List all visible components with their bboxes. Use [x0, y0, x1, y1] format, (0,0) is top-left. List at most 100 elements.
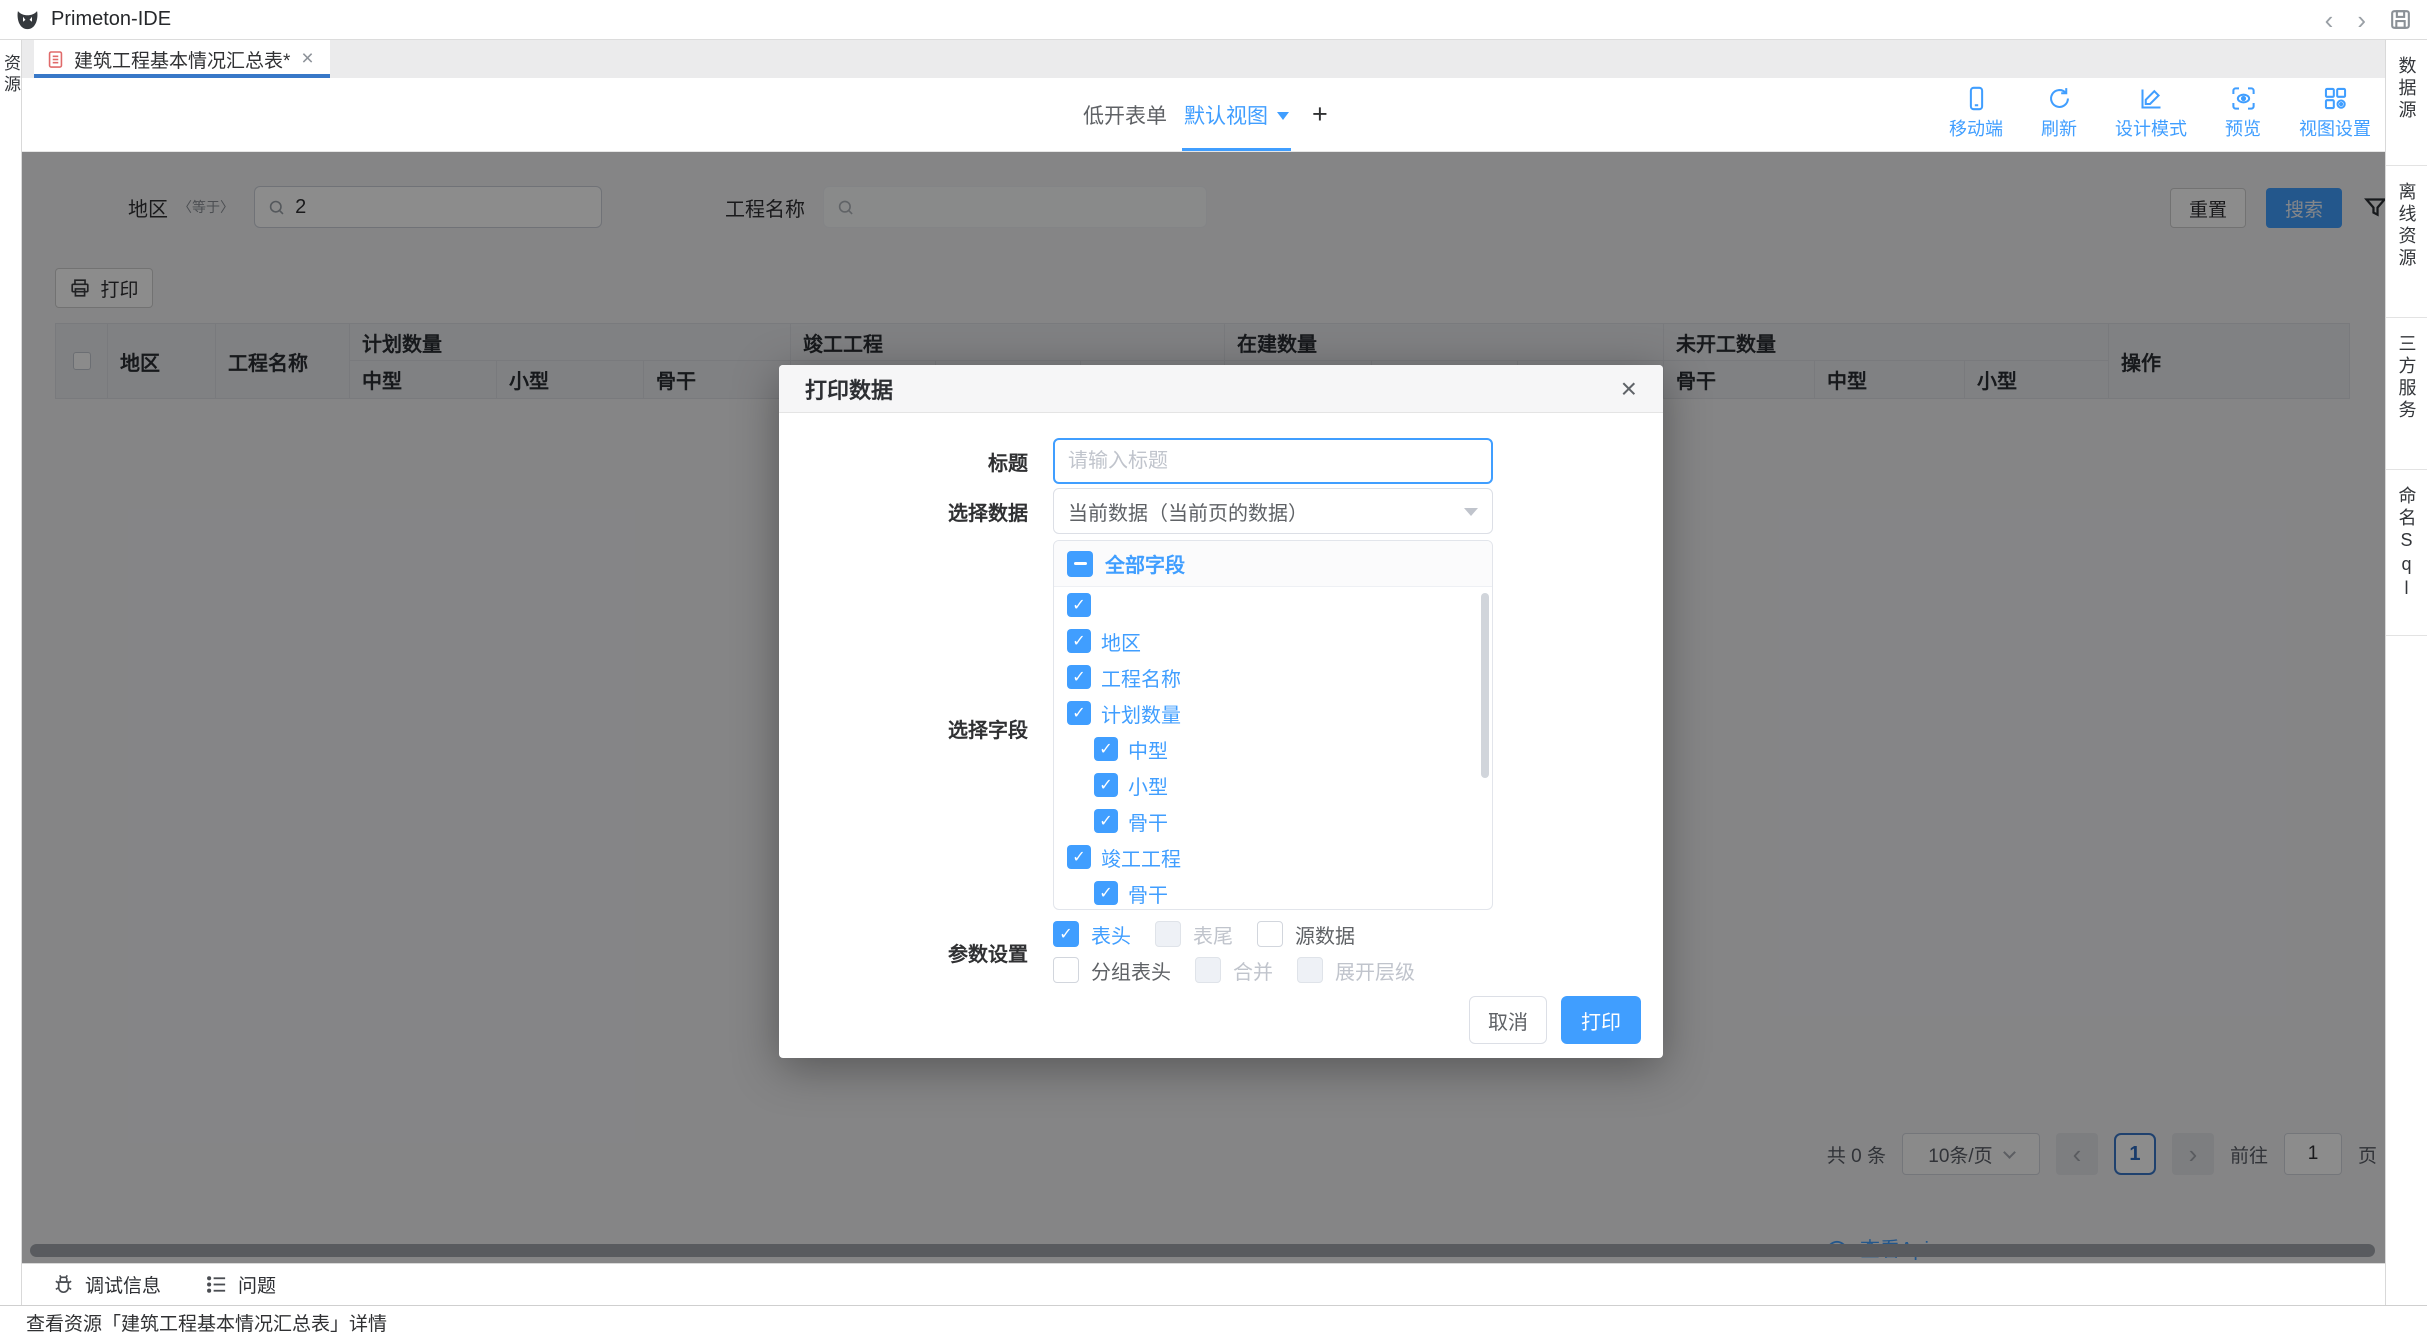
params-options: 表头 表尾 源数据 分组表头 合并 展开层级: [1053, 916, 1415, 988]
debug-bar: 调试信息 问题: [22, 1263, 2385, 1305]
tree-item-planned-small[interactable]: 小型: [1054, 767, 1492, 803]
mobile-icon: [1963, 85, 1990, 112]
param-expand-levels[interactable]: 展开层级: [1297, 956, 1415, 985]
debug-info-label: 调试信息: [85, 1271, 161, 1298]
window-title: Primeton-IDE: [51, 8, 171, 31]
view-settings-button[interactable]: 视图设置: [2299, 85, 2371, 141]
params-label: 参数设置: [809, 938, 1053, 967]
tree-item-planned[interactable]: 计划数量: [1054, 695, 1492, 731]
tree-item[interactable]: [1054, 587, 1492, 623]
checkbox-checked[interactable]: [1067, 701, 1091, 725]
mobile-button[interactable]: 移动端: [1949, 85, 2003, 141]
data-source-value: 当前数据（当前页的数据）: [1068, 497, 1308, 526]
app-window: Primeton-IDE ‹ › 资源 建筑工程基本情况汇总表* ×: [0, 0, 2427, 1339]
bug-icon: [52, 1273, 75, 1296]
tree-item-planned-medium[interactable]: 中型: [1054, 731, 1492, 767]
checkbox-checked[interactable]: [1094, 809, 1118, 833]
sidebar-item-third-party-services[interactable]: 三方服务: [2386, 318, 2427, 470]
dialog-footer: 取消 打印: [809, 988, 1663, 1044]
checkbox-disabled: [1297, 957, 1323, 983]
dialog-header: 打印数据 ×: [779, 365, 1663, 413]
tree-item-planned-backbone[interactable]: 骨干: [1054, 803, 1492, 839]
cancel-button[interactable]: 取消: [1469, 996, 1547, 1044]
problems-label: 问题: [238, 1271, 276, 1298]
save-icon[interactable]: [2388, 7, 2413, 32]
design-mode-icon: [2138, 85, 2165, 112]
chevron-down-icon: [1277, 112, 1289, 126]
param-source-data[interactable]: 源数据: [1257, 920, 1355, 949]
view-toolbar: 低开表单 默认视图 + 移动端 刷新: [22, 78, 2385, 152]
close-icon[interactable]: ×: [1621, 375, 1637, 403]
left-sidebar: 资源: [0, 40, 22, 1305]
param-table-footer[interactable]: 表尾: [1155, 920, 1233, 949]
param-group-header[interactable]: 分组表头: [1053, 956, 1171, 985]
right-sidebar: 数据源 离线资源 三方服务 命名Sql: [2385, 40, 2427, 1305]
title-input[interactable]: [1053, 438, 1493, 484]
document-icon: [46, 49, 65, 70]
checkbox-unchecked[interactable]: [1053, 957, 1079, 983]
tree-item-completed[interactable]: 竣工工程: [1054, 839, 1492, 875]
fields-row: 选择字段 全部字段 地区 工程名称 计划数量 中型 小型 骨干 竣工工程 骨干: [809, 540, 1663, 916]
sidebar-item-offline-resources[interactable]: 离线资源: [2386, 166, 2427, 318]
data-select-label: 选择数据: [809, 497, 1053, 526]
view-settings-icon: [2322, 85, 2349, 112]
title-field-label: 标题: [809, 447, 1053, 476]
checkbox-checked[interactable]: [1094, 881, 1118, 905]
chevron-down-icon: [1464, 508, 1478, 523]
refresh-button[interactable]: 刷新: [2041, 85, 2077, 141]
toolbar-actions: 移动端 刷新 设计模式 预览: [1949, 85, 2371, 141]
checkbox-checked[interactable]: [1067, 593, 1091, 617]
nav-forward-icon[interactable]: ›: [2355, 7, 2368, 33]
design-mode-button[interactable]: 设计模式: [2115, 85, 2187, 141]
all-fields-label: 全部字段: [1105, 549, 1185, 578]
tab-low-code-form[interactable]: 低开表单: [1083, 78, 1167, 151]
problems-tab[interactable]: 问题: [205, 1271, 276, 1298]
param-merge[interactable]: 合并: [1195, 956, 1273, 985]
checkbox-checked[interactable]: [1067, 629, 1091, 653]
add-view-button[interactable]: +: [1312, 78, 1328, 151]
sidebar-item-datasource[interactable]: 数据源: [2386, 40, 2427, 166]
dialog-title: 打印数据: [805, 373, 893, 405]
debug-info-tab[interactable]: 调试信息: [52, 1271, 161, 1298]
fields-label: 选择字段: [809, 714, 1053, 743]
tree-item-completed-backbone[interactable]: 骨干: [1054, 875, 1492, 910]
app-logo-icon: [14, 6, 41, 33]
nav-back-icon[interactable]: ‹: [2323, 7, 2336, 33]
checkbox-checked[interactable]: [1053, 921, 1079, 947]
tree-item-region[interactable]: 地区: [1054, 623, 1492, 659]
data-select-row: 选择数据 当前数据（当前页的数据）: [809, 488, 1663, 534]
tree-item-project[interactable]: 工程名称: [1054, 659, 1492, 695]
sidebar-item-resources[interactable]: 资源: [2, 54, 19, 1305]
checkbox-checked[interactable]: [1067, 665, 1091, 689]
tab-close-icon[interactable]: ×: [301, 47, 313, 71]
document-tab-strip: 建筑工程基本情况汇总表* ×: [22, 40, 2385, 78]
checkbox-checked[interactable]: [1067, 845, 1091, 869]
preview-icon: [2230, 85, 2257, 112]
params-row: 参数设置 表头 表尾 源数据 分组表头 合并 展开层级: [809, 916, 1663, 988]
field-tree: 全部字段 地区 工程名称 计划数量 中型 小型 骨干 竣工工程 骨干: [1053, 540, 1493, 910]
confirm-print-button[interactable]: 打印: [1561, 996, 1641, 1044]
tree-scrollbar[interactable]: [1481, 593, 1489, 778]
title-field-row: 标题: [809, 438, 1663, 484]
refresh-icon: [2046, 85, 2073, 112]
param-table-header[interactable]: 表头: [1053, 920, 1131, 949]
checkbox-checked[interactable]: [1094, 773, 1118, 797]
data-source-select[interactable]: 当前数据（当前页的数据）: [1053, 488, 1493, 534]
dialog-body: 标题 选择数据 当前数据（当前页的数据） 选择字段 全部字段: [779, 413, 1663, 1044]
checkbox-disabled: [1155, 921, 1181, 947]
preview-button[interactable]: 预览: [2225, 85, 2261, 141]
all-fields-checkbox-indeterminate[interactable]: [1067, 551, 1093, 577]
status-bar: 查看资源「建筑工程基本情况汇总表」详情: [0, 1305, 2427, 1339]
checkbox-disabled: [1195, 957, 1221, 983]
title-bar: Primeton-IDE ‹ ›: [0, 0, 2427, 40]
tab-report-summary[interactable]: 建筑工程基本情况汇总表* ×: [34, 40, 330, 78]
tab-label: 建筑工程基本情况汇总表*: [74, 46, 290, 73]
tab-default-view-label: 默认视图: [1184, 100, 1268, 130]
tab-default-view[interactable]: 默认视图: [1182, 78, 1291, 151]
checkbox-checked[interactable]: [1094, 737, 1118, 761]
list-icon: [205, 1273, 228, 1296]
sidebar-item-named-sql[interactable]: 命名Sql: [2386, 470, 2427, 636]
status-text: 查看资源「建筑工程基本情况汇总表」详情: [26, 1309, 387, 1336]
checkbox-unchecked[interactable]: [1257, 921, 1283, 947]
tree-root-row[interactable]: 全部字段: [1054, 541, 1492, 587]
